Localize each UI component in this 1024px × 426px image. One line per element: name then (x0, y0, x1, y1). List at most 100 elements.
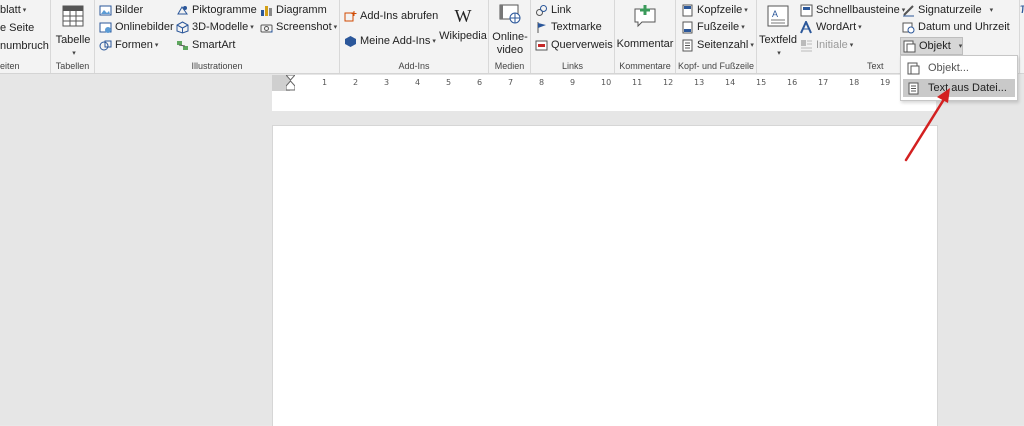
dropdown-arrow-icon: ▾ (333, 24, 338, 31)
link-icon (536, 5, 547, 16)
text-file-icon (908, 82, 919, 94)
pictures-button[interactable]: Bilder (99, 2, 143, 19)
table-icon (62, 5, 84, 27)
addin-cube-icon (345, 36, 356, 47)
ruler-tick-label: 18 (849, 78, 860, 87)
ruler-tick-label: 14 (725, 78, 736, 87)
group-label-links: Links (561, 61, 583, 71)
group-label-illustrations: Illustrationen (191, 61, 243, 71)
3d-models-button[interactable]: 3D-Modelle ▾ (176, 19, 254, 36)
group-label-comments: Kommentare (619, 61, 671, 71)
object-icon (907, 62, 920, 74)
ruler-tick-label: 16 (787, 78, 798, 87)
object-icon (903, 40, 916, 53)
dropdown-arrow-icon: ▾ (250, 24, 254, 31)
textbox-button[interactable]: A Textfeld ▾ (758, 4, 798, 60)
group-pages: blatt ▾ e Seite numbruch eiten (0, 0, 51, 73)
ruler-tick-label: 5 (446, 78, 452, 87)
ruler-tick-label: 10 (601, 78, 612, 87)
menu-item-text-from-file[interactable]: Text aus Datei... (903, 79, 1015, 97)
icons-button[interactable]: Piktogramme (176, 2, 257, 19)
screenshot-button[interactable]: Screenshot ▾ (260, 19, 337, 36)
group-comments: Kommentar Kommentare (615, 0, 676, 73)
menu-item-object[interactable]: Objekt... (903, 59, 1015, 77)
ruler-tick-label: 17 (818, 78, 829, 87)
drop-cap-icon (801, 40, 812, 52)
textbox-icon: A (767, 5, 789, 27)
table-button[interactable]: Tabelle ▾ (55, 4, 91, 60)
blank-page-button[interactable]: e Seite (0, 20, 34, 37)
my-addins-button[interactable]: Meine Add-Ins ▾ (344, 33, 436, 50)
wordart-button[interactable]: WordArt ▾ (800, 19, 862, 36)
ruler-tick-label: 11 (632, 78, 643, 87)
ruler-tick-label: 7 (508, 78, 514, 87)
ruler-tick-label: 6 (477, 78, 483, 87)
shapes-button[interactable]: Formen ▾ (99, 37, 158, 54)
cross-reference-button[interactable]: Querverweis (535, 37, 613, 54)
group-symbols: π (1020, 0, 1024, 73)
svg-text:A: A (772, 9, 778, 19)
dropdown-arrow-icon: ▾ (22, 7, 27, 14)
online-video-icon (499, 4, 521, 24)
store-plus-icon (344, 11, 357, 22)
quick-parts-button[interactable]: Schnellbausteine ▾ (800, 2, 905, 19)
chart-button[interactable]: Diagramm (260, 2, 327, 19)
wikipedia-button[interactable]: W Wikipedia (439, 6, 487, 43)
comment-plus-icon (634, 5, 656, 28)
quick-parts-icon (800, 4, 813, 17)
online-pictures-button[interactable]: Onlinebilder (99, 19, 174, 36)
dropdown-arrow-icon: ▾ (741, 24, 745, 31)
pictogram-icon (177, 6, 188, 15)
bookmark-button[interactable]: Textmarke (535, 19, 602, 36)
dropdown-arrow-icon: ▾ (858, 24, 862, 31)
ruler-tick-label: 3 (384, 78, 390, 87)
wikipedia-icon: W (454, 6, 472, 26)
signature-pen-icon (903, 5, 914, 17)
cube-icon (176, 21, 189, 34)
smartart-button[interactable]: SmartArt (176, 37, 235, 54)
group-tables: Tabelle ▾ Tabellen (51, 0, 95, 73)
object-button[interactable]: Objekt ▾ (900, 37, 963, 55)
bookmark-flag-icon (537, 22, 546, 33)
group-addins: Add-Ins abrufen Meine Add-Ins ▾ W Wikiped… (340, 0, 489, 73)
ruler-tick-label: 12 (663, 78, 674, 87)
group-label-tables: Tabellen (55, 61, 90, 71)
dropdown-arrow-icon: ▾ (432, 38, 436, 45)
group-label-media: Medien (494, 61, 525, 71)
group-label-addins: Add-Ins (398, 61, 430, 71)
ruler-tick-label: 8 (539, 78, 545, 87)
cross-reference-icon (535, 40, 548, 51)
wordart-icon (800, 21, 812, 34)
date-time-button[interactable]: Datum und Uhrzeit (902, 19, 1010, 36)
ruler-tick-label: 1 (322, 78, 328, 87)
dropdown-arrow-icon: ▾ (849, 42, 854, 49)
drop-cap-button[interactable]: Initiale ▾ (800, 37, 853, 54)
link-button[interactable]: Link (535, 2, 571, 19)
signature-line-button[interactable]: Signaturzeile ▾ (902, 2, 993, 19)
group-label-text: Text (867, 61, 884, 71)
symbols-icon[interactable]: π (1020, 0, 1024, 16)
get-addins-button[interactable]: Add-Ins abrufen (344, 8, 438, 25)
page-number-icon (682, 39, 693, 52)
document-page[interactable] (272, 125, 938, 426)
comment-button[interactable]: Kommentar (615, 4, 675, 51)
chevron-down-icon: ▾ (958, 43, 963, 50)
indent-marker-icon[interactable] (286, 75, 295, 91)
online-video-button[interactable]: Online- video (491, 3, 529, 57)
footer-button[interactable]: Fußzeile ▾ (681, 19, 745, 36)
ruler-tick-label: 4 (415, 78, 421, 87)
ruler-tick-label: 2 (353, 78, 359, 87)
calendar-clock-icon (902, 22, 915, 34)
chevron-down-icon: ▾ (72, 50, 76, 57)
page-break-button[interactable]: numbruch (0, 38, 49, 55)
deckblatt-button[interactable]: blatt ▾ (0, 2, 26, 19)
chevron-down-icon: ▾ (777, 50, 781, 57)
header-button[interactable]: Kopfzeile ▾ (681, 2, 748, 19)
object-dropdown-menu: Objekt... Text aus Datei... (900, 55, 1018, 101)
object-button-content: Objekt ▾ (903, 38, 962, 55)
page-number-button[interactable]: Seitenzahl ▾ (681, 37, 754, 54)
dropdown-arrow-icon: ▾ (989, 7, 994, 14)
smartart-icon (177, 41, 188, 50)
horizontal-ruler[interactable]: 1 2 3 4 5 6 7 8 9 10 11 12 13 14 15 16 17 18 19 (272, 75, 936, 91)
group-media: Online- video Medien (489, 0, 531, 73)
